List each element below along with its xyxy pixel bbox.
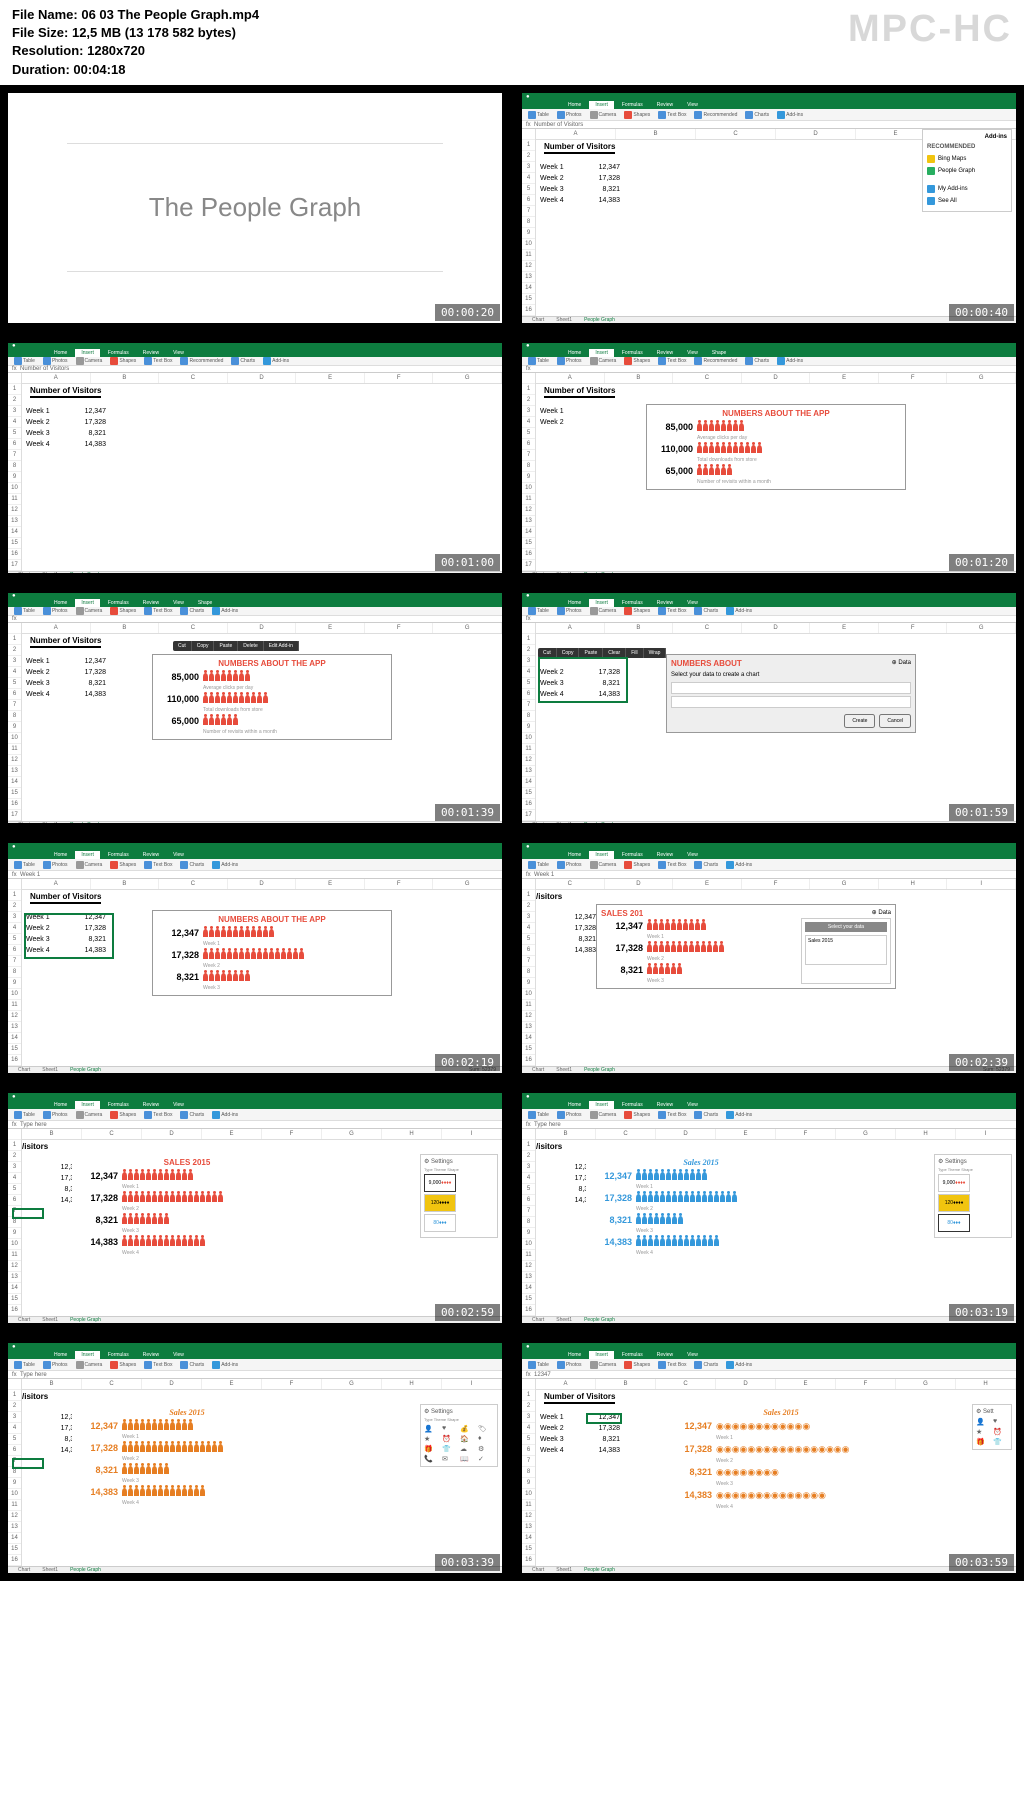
gift-icon: 🎁: [424, 1445, 440, 1453]
mail-icon: ✉: [442, 1455, 458, 1463]
addins-panel[interactable]: Add-ins RECOMMENDED Bing Maps People Gra…: [922, 129, 1012, 212]
settings-panel[interactable]: ⚙ Settings Type Theme Shape 9,000 ♦♦♦♦ 1…: [420, 1154, 498, 1238]
timestamp: 00:02:59: [435, 1304, 500, 1321]
timestamp: 00:03:39: [435, 1554, 500, 1571]
addin-bing[interactable]: Bing Maps: [927, 153, 1007, 165]
status-bar: ChartSheet1People Graph: [522, 316, 1016, 323]
thumbnail[interactable]: ● HomeInsertFormulasReviewView Table Pho…: [514, 85, 1024, 331]
mpc-watermark: MPC-HC: [848, 8, 1012, 51]
slide-title: The People Graph: [149, 192, 361, 223]
thumbnail[interactable]: ● HomeInsertFormulasReviewView TablePhot…: [0, 1335, 510, 1581]
thumbnail[interactable]: The People Graph 00:00:20: [0, 85, 510, 331]
thumbnail-grid: The People Graph 00:00:20 ● HomeInsertFo…: [0, 85, 1024, 1581]
shirt-icon: 👕: [442, 1445, 458, 1453]
book-icon: 📖: [460, 1455, 476, 1463]
addin-my[interactable]: My Add-ins: [927, 183, 1007, 195]
timestamp: 00:02:19: [435, 1054, 500, 1071]
cancel-button[interactable]: Cancel: [879, 714, 911, 728]
cloud-icon: ☁: [460, 1445, 476, 1453]
tag-icon: 🏷: [478, 1425, 494, 1433]
thumbnail[interactable]: ● HomeInsertFormulasReviewViewShape Tabl…: [0, 585, 510, 831]
timestamp: 00:00:20: [435, 304, 500, 321]
timestamp: 00:03:59: [949, 1554, 1014, 1571]
create-button[interactable]: Create: [844, 714, 875, 728]
timestamp: 00:01:00: [435, 554, 500, 571]
timestamp: 00:01:39: [435, 804, 500, 821]
thumbnail[interactable]: ● HomeInsertFormulasReviewView TablePhot…: [514, 1085, 1024, 1331]
thumbnail[interactable]: ● HomeInsertFormulasReviewView TablePhot…: [0, 1085, 510, 1331]
phone-icon: 📞: [424, 1455, 440, 1463]
context-menu[interactable]: CutCopyPasteDeleteEdit Add-in: [173, 641, 299, 651]
thumbnail[interactable]: ● HomeInsertFormulasReviewView TablePhot…: [514, 1335, 1024, 1581]
timestamp: 00:01:20: [949, 554, 1014, 571]
thumbnail[interactable]: ● HomeInsertFormulasReviewView TablePhot…: [514, 835, 1024, 1081]
people-graph[interactable]: NUMBERS ABOUT THE APP 85,000 Average cli…: [646, 404, 906, 490]
diamond-icon: ♦: [478, 1435, 494, 1443]
clock-icon: ⏰: [442, 1435, 458, 1443]
thumbnail[interactable]: ● HomeInsertFormulasReviewView TablePhot…: [0, 335, 510, 581]
thumbnail[interactable]: ● HomeInsertFormulasReviewView TablePhot…: [0, 835, 510, 1081]
timestamp: 00:02:39: [949, 1054, 1014, 1071]
gear-icon: ⚙: [478, 1445, 494, 1453]
person-icon: 👤: [424, 1425, 440, 1433]
ribbon: ●: [522, 93, 1016, 101]
money-icon: 💰: [460, 1425, 476, 1433]
timestamp: 00:01:59: [949, 804, 1014, 821]
check-icon: ✓: [478, 1455, 494, 1463]
toolbar[interactable]: Table Photos Camera Shapes Text Box Reco…: [522, 109, 1016, 121]
addin-all[interactable]: See All: [927, 195, 1007, 207]
addin-people-graph[interactable]: People Graph: [927, 165, 1007, 177]
formula-bar[interactable]: fx Number of Visitors: [522, 121, 1016, 129]
thumbnail[interactable]: ● HomeInsertFormulasReviewView TablePhot…: [514, 585, 1024, 831]
timestamp: 00:03:19: [949, 1304, 1014, 1321]
star-icon: ★: [424, 1435, 440, 1443]
thumbnail[interactable]: ● HomeInsertFormulasReviewViewShape Tabl…: [514, 335, 1024, 581]
timestamp: 00:00:40: [949, 304, 1014, 321]
home-icon: 🏠: [460, 1435, 476, 1443]
heart-icon: ♥: [442, 1425, 458, 1433]
ribbon-tabs[interactable]: HomeInsertFormulasReviewView: [522, 101, 1016, 109]
row-headers[interactable]: 12345678910111213141516: [522, 129, 536, 316]
